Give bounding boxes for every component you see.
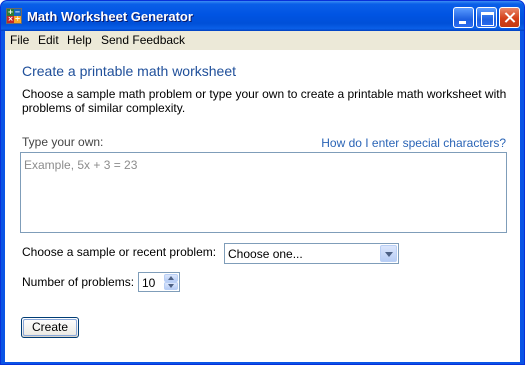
menu-file[interactable]: File [10, 33, 29, 47]
times-glyph: × [7, 15, 14, 23]
problem-input[interactable]: Example, 5x + 3 = 23 [20, 152, 507, 233]
maximize-button[interactable] [476, 7, 497, 28]
spin-down-icon[interactable] [164, 282, 178, 290]
main-panel: Create a printable math worksheet Choose… [5, 50, 520, 362]
special-characters-help-link[interactable]: How do I enter special characters? [321, 136, 506, 150]
problem-input-placeholder: Example, 5x + 3 = 23 [24, 158, 138, 172]
type-your-own-label: Type your own: [22, 135, 104, 149]
menu-bar: File Edit Help Send Feedback [5, 31, 520, 50]
spin-up-icon[interactable] [164, 274, 178, 282]
number-of-problems-value: 10 [142, 276, 156, 290]
close-button[interactable] [499, 7, 520, 28]
menu-send-feedback[interactable]: Send Feedback [101, 33, 185, 47]
app-window: + − × ÷ Math Worksheet Generator File Ed… [0, 0, 525, 365]
number-of-problems-label: Number of problems: [22, 275, 135, 289]
sample-problem-selected: Choose one... [228, 247, 303, 261]
create-button[interactable]: Create [21, 317, 79, 338]
minimize-button[interactable] [453, 7, 474, 28]
description-text: Choose a sample math problem or type you… [22, 87, 507, 115]
menu-edit[interactable]: Edit [38, 33, 59, 47]
menu-help[interactable]: Help [67, 33, 92, 47]
number-of-problems-stepper[interactable]: 10 [138, 272, 180, 292]
sample-problem-label: Choose a sample or recent problem: [22, 245, 217, 259]
sample-problem-dropdown[interactable]: Choose one... [224, 243, 399, 264]
title-bar[interactable]: + − × ÷ Math Worksheet Generator [1, 1, 524, 31]
math-app-icon: + − × ÷ [6, 8, 22, 24]
chevron-down-icon[interactable] [380, 245, 397, 262]
divide-glyph: ÷ [14, 15, 21, 23]
window-title: Math Worksheet Generator [27, 9, 193, 24]
page-title: Create a printable math worksheet [22, 63, 236, 79]
